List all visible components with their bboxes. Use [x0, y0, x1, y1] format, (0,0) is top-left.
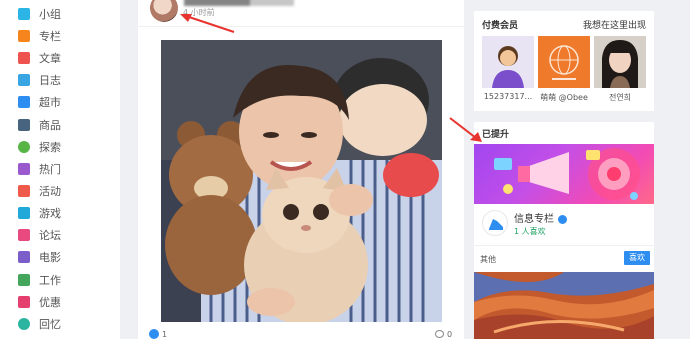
column-likes: 1 人喜欢 — [514, 227, 546, 236]
sidebar-item-label: 优惠 — [39, 296, 61, 309]
sidebar-item-market[interactable]: 超市 — [18, 93, 61, 111]
sidebar-item-game[interactable]: 游戏 — [18, 204, 61, 222]
log-icon — [18, 74, 30, 86]
sidebar-item-work[interactable]: 工作 — [18, 271, 61, 289]
market-icon — [18, 96, 30, 108]
divider — [474, 245, 654, 246]
promoted-title: 已提升 — [482, 130, 510, 140]
work-icon — [18, 274, 30, 286]
post-photo[interactable] — [161, 40, 442, 322]
verified-badge-icon — [558, 214, 567, 224]
sidebar-item-explore[interactable]: 探索 — [18, 138, 61, 156]
comment-count: 0 — [447, 330, 453, 339]
explore-icon — [18, 141, 30, 153]
paid-members-title: 付费会员 — [482, 21, 519, 31]
like-button[interactable]: 喜欢 — [624, 251, 650, 265]
sidebar-item-label: 商品 — [39, 119, 61, 132]
member-avatar[interactable] — [482, 36, 534, 88]
member-name[interactable]: 전연희 — [594, 92, 646, 103]
sidebar-item-label: 专栏 — [39, 30, 61, 43]
forum-icon — [18, 229, 30, 241]
sidebar-item-group[interactable]: 小组 — [18, 5, 61, 23]
left-sidebar: 小组 专栏 文章 日志 超市 商品 探索 热门 活动 游戏 论坛 电影 工作 优… — [0, 0, 120, 339]
arrow-annotation — [180, 14, 235, 33]
sidebar-item-discount[interactable]: 优惠 — [18, 293, 61, 311]
sidebar-item-event[interactable]: 活动 — [18, 182, 61, 200]
game-icon — [18, 207, 30, 219]
history-icon — [18, 318, 30, 330]
member-name[interactable]: 萌萌 @Obee — [538, 92, 590, 103]
sidebar-item-label: 游戏 — [39, 207, 61, 220]
sidebar-item-column[interactable]: 专栏 — [18, 27, 61, 45]
sidebar-item-hot[interactable]: 热门 — [18, 160, 61, 178]
member-avatar[interactable] — [594, 36, 646, 88]
column-name[interactable]: 信息专栏 — [514, 210, 567, 225]
sidebar-item-label: 小组 — [39, 8, 61, 21]
sidebar-item-goods[interactable]: 商品 — [18, 116, 61, 134]
canyon-illustration — [474, 272, 654, 339]
comment-icon[interactable] — [435, 330, 444, 338]
column-logo[interactable] — [482, 210, 508, 236]
promo-banner[interactable] — [474, 144, 654, 204]
avatar[interactable] — [150, 0, 178, 22]
sidebar-item-memory[interactable]: 回忆 — [18, 315, 61, 333]
sidebar-item-forum[interactable]: 论坛 — [18, 226, 61, 244]
canyon-image[interactable] — [474, 272, 654, 339]
movie-icon — [18, 251, 30, 263]
flag-icon — [18, 30, 30, 42]
photo-avatar — [594, 36, 646, 88]
hot-icon — [18, 163, 30, 175]
event-icon — [18, 185, 30, 197]
sidebar-item-label: 工作 — [39, 274, 61, 287]
sidebar-item-article[interactable]: 文章 — [18, 49, 61, 67]
arrow-annotation — [449, 117, 482, 142]
sidebar-item-label: 热门 — [39, 163, 61, 176]
group-icon — [18, 8, 30, 20]
sidebar-item-label: 活动 — [39, 185, 61, 198]
sidebar-item-label: 日志 — [39, 74, 61, 87]
appear-here-link[interactable]: 我想在这里出现 — [583, 18, 646, 31]
article-icon — [18, 52, 30, 64]
sidebar-item-label: 论坛 — [39, 229, 61, 242]
megaphone-illustration — [494, 148, 640, 200]
sidebar-item-log[interactable]: 日志 — [18, 71, 61, 89]
feed-post-card: 4 小时前 1 0 — [138, 0, 464, 339]
sidebar-item-label: 探索 — [39, 141, 61, 154]
other-label: 其他 — [480, 255, 496, 264]
sidebar-item-label: 超市 — [39, 96, 61, 109]
paid-members-card: 付费会员 我想在这里出现 15237317... 萌萌 @Obee 전연희 — [474, 11, 654, 111]
photo-illustration — [161, 40, 442, 322]
like-count: 1 — [162, 330, 168, 339]
user-silhouette-icon — [492, 46, 524, 88]
promoted-card: 已提升 信息专栏 1 人喜欢 其他 喜欢 — [474, 122, 654, 339]
sidebar-item-label: 回忆 — [39, 318, 61, 331]
member-avatar[interactable] — [538, 36, 590, 88]
goods-icon — [18, 119, 30, 131]
like-icon[interactable] — [149, 329, 159, 339]
globe-logo-icon — [549, 45, 579, 80]
tag-icon — [18, 296, 30, 308]
shoe-logo-icon — [489, 219, 503, 230]
sidebar-item-movie[interactable]: 电影 — [18, 248, 61, 266]
sidebar-item-label: 电影 — [39, 251, 61, 264]
member-name[interactable]: 15237317... — [482, 92, 534, 101]
column-name-text[interactable]: 信息专栏 — [514, 214, 554, 225]
username-blurred[interactable] — [184, 0, 294, 6]
sidebar-item-label: 文章 — [39, 52, 61, 65]
